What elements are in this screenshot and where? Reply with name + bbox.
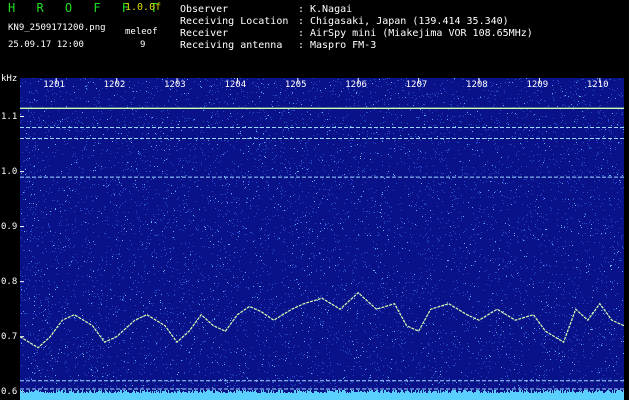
- x-tick-label: 1201: [43, 80, 65, 90]
- y-tick-label: 0.7: [1, 331, 18, 342]
- antenna-row: Receiving antenna: Maspro FM-3: [180, 40, 377, 51]
- x-tick-label: 1204: [224, 80, 247, 90]
- observer-row: Observer: K.Nagai: [180, 4, 353, 15]
- param-value: 9: [140, 40, 146, 50]
- x-tick-label: 1203: [164, 80, 186, 90]
- hrofft-window: H R O F F T 1.0.0f KN9_2509171200.png me…: [0, 0, 629, 400]
- receiver-value: AirSpy mini (Miakejima VOR 108.65MHz): [310, 28, 533, 39]
- x-tick-label: 1207: [405, 80, 428, 90]
- spectrum-bar-base: [20, 394, 624, 400]
- x-tick-label: 1208: [466, 80, 488, 90]
- x-tick-label: 1209: [526, 80, 549, 90]
- x-tick-label: 1206: [345, 80, 367, 90]
- y-tick-label: 1.0: [1, 166, 18, 177]
- receiver-key: Receiver: [180, 28, 229, 39]
- receiver-row: Receiver: AirSpy mini (Miakejima VOR 108.…: [180, 28, 533, 39]
- spectrogram: [20, 78, 624, 400]
- location-value: Chigasaki, Japan (139.414 35.340): [310, 16, 509, 27]
- antenna-key: Receiving antenna: [180, 40, 283, 51]
- antenna-value: Maspro FM-3: [310, 40, 377, 51]
- x-tick-label: 1210: [586, 80, 609, 90]
- y-tick-label: 0.6: [1, 386, 18, 397]
- x-tick-label: 1205: [284, 80, 307, 90]
- version-label: 1.0.0f: [125, 2, 162, 13]
- location-key: Receiving Location: [180, 16, 289, 27]
- y-tick-label: 1.1: [1, 111, 18, 122]
- location-row: Receiving Location: Chigasaki, Japan (139…: [180, 16, 509, 27]
- datetime-label: 25.09.17 12:00: [8, 40, 84, 50]
- y-tick-label: 0.9: [1, 221, 18, 232]
- y-axis-unit: kHz: [1, 74, 18, 84]
- observer-key: Observer: [180, 4, 229, 15]
- observer-value: K.Nagai: [310, 4, 353, 15]
- x-tick-label: 1202: [103, 80, 126, 90]
- plot-background: [20, 78, 624, 400]
- param-label: meleof: [125, 27, 158, 37]
- y-tick-label: 0.8: [1, 276, 18, 287]
- file-name: KN9_2509171200.png: [8, 23, 106, 33]
